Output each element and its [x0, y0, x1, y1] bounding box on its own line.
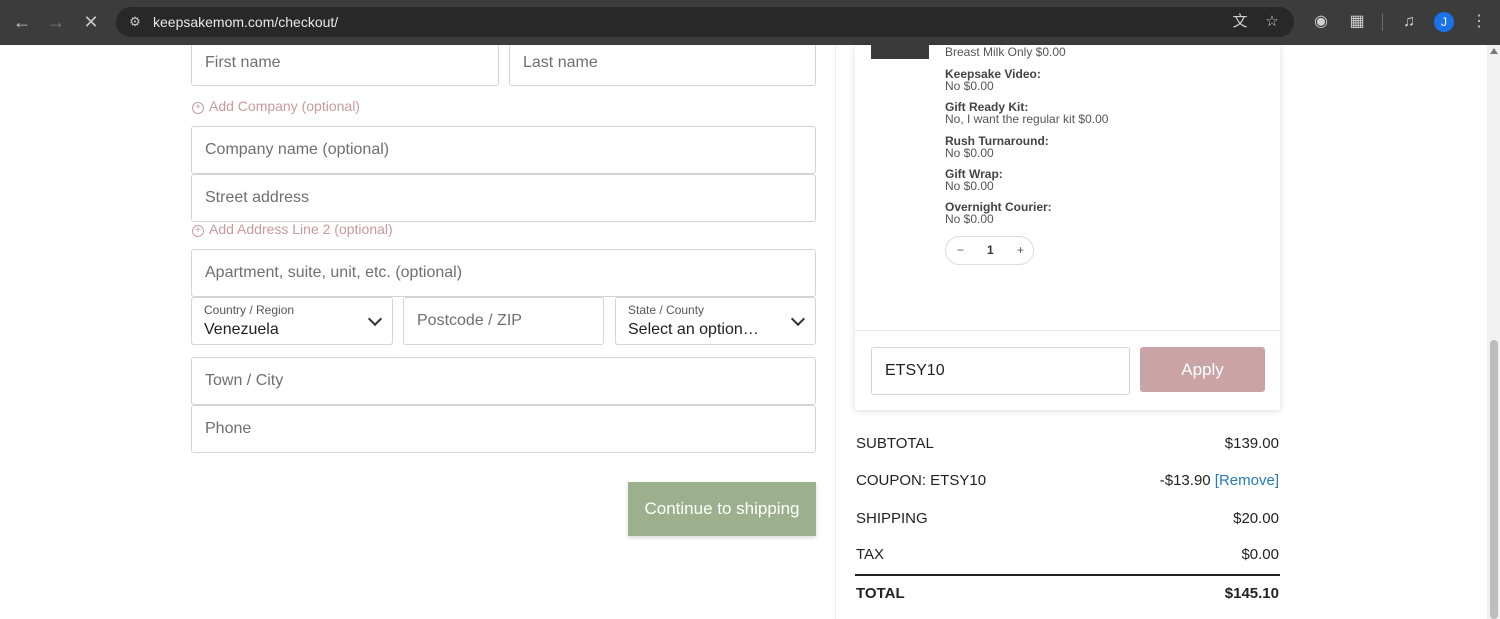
shipping-value: $20.00 [1233, 510, 1279, 527]
last-name-field[interactable]: Last name [509, 45, 816, 86]
plus-circle-icon: + [192, 102, 204, 114]
total-label: TOTAL [856, 585, 905, 602]
company-field[interactable]: Company name (optional) [191, 126, 816, 174]
bookmark-star-icon[interactable]: ☆ [1262, 12, 1282, 32]
first-name-placeholder: First name [205, 54, 281, 71]
shipping-row: SHIPPING $20.00 [856, 510, 1279, 534]
total-divider [855, 574, 1280, 576]
browser-toolbar: ← → ✕ ⚙ keepsakemom.com/checkout/ 文 ☆ ◉ … [0, 0, 1500, 45]
product-thumbnail [871, 45, 929, 59]
add-company-label: Add Company (optional) [209, 98, 360, 114]
country-label: Country / Region [204, 303, 295, 317]
toolbar-separator [1382, 13, 1383, 31]
street-placeholder: Street address [205, 189, 310, 206]
quantity-increase-button[interactable]: + [1017, 237, 1024, 264]
coupon-input[interactable]: ETSY10 [871, 347, 1130, 395]
add-address2-label: Add Address Line 2 (optional) [209, 221, 393, 237]
postcode-field[interactable]: Postcode / ZIP [403, 297, 604, 345]
option-value: No $0.00 [945, 79, 994, 93]
apply-coupon-button[interactable]: Apply [1140, 347, 1265, 392]
country-value: Venezuela [204, 321, 279, 338]
shipping-label: SHIPPING [856, 510, 928, 527]
coupon-value: ETSY10 [885, 362, 945, 379]
phone-field[interactable]: Phone [191, 405, 816, 453]
total-row: TOTAL $145.10 [856, 585, 1279, 609]
add-company-link[interactable]: + Add Company (optional) [192, 98, 360, 114]
column-divider [835, 45, 836, 619]
quantity-decrease-button[interactable]: − [957, 237, 964, 264]
option-value: No $0.00 [945, 212, 994, 226]
street-address-field[interactable]: Street address [191, 174, 816, 222]
extension-icon[interactable]: ◉ [1310, 11, 1332, 33]
site-settings-icon[interactable]: ⚙ [126, 13, 144, 31]
coupon-label: COUPON: ETSY10 [856, 472, 987, 489]
cart-divider [855, 330, 1280, 331]
apartment-field[interactable]: Apartment, suite, unit, etc. (optional) [191, 249, 816, 297]
coupon-row: COUPON: ETSY10 -$13.90 [Remove] [856, 472, 1279, 496]
town-placeholder: Town / City [205, 372, 284, 389]
coupon-discount-value: -$13.90 [1159, 472, 1211, 489]
apartment-placeholder: Apartment, suite, unit, etc. (optional) [205, 264, 463, 281]
scroll-up-arrow-icon[interactable] [1490, 48, 1498, 54]
state-select[interactable]: State / County Select an option… [615, 297, 816, 345]
option-value: No $0.00 [945, 146, 994, 160]
address-bar[interactable]: ⚙ keepsakemom.com/checkout/ 文 ☆ [116, 7, 1294, 37]
company-placeholder: Company name (optional) [205, 141, 390, 158]
town-city-field[interactable]: Town / City [191, 357, 816, 405]
quantity-value[interactable]: 1 [987, 237, 994, 264]
forward-arrow-icon[interactable]: → [42, 8, 70, 36]
back-arrow-icon[interactable]: ← [8, 8, 36, 36]
last-name-placeholder: Last name [523, 54, 598, 71]
postcode-placeholder: Postcode / ZIP [417, 312, 522, 329]
subtotal-label: SUBTOTAL [856, 435, 934, 452]
state-label: State / County [628, 303, 705, 317]
profile-avatar[interactable]: J [1434, 12, 1454, 32]
media-control-icon[interactable]: ♫ [1398, 11, 1420, 33]
state-value: Select an option… [628, 321, 759, 338]
scrollbar-thumb[interactable] [1490, 340, 1498, 619]
total-value: $145.10 [1224, 585, 1279, 602]
remove-coupon-link[interactable]: [Remove] [1215, 472, 1279, 489]
stop-loading-icon[interactable]: ✕ [77, 8, 105, 36]
puzzle-extensions-icon[interactable]: ▦ [1346, 11, 1368, 33]
plus-circle-icon: + [192, 225, 204, 237]
option-value: No, I want the regular kit $0.00 [945, 112, 1109, 126]
option-value: No $0.00 [945, 179, 994, 193]
add-address-line2-link[interactable]: + Add Address Line 2 (optional) [192, 221, 393, 237]
tax-row: TAX $0.00 [856, 546, 1279, 570]
option-breast-milk: Breast Milk Only $0.00 [945, 45, 1066, 59]
subtotal-value: $139.00 [1224, 435, 1279, 452]
coupon-amount-group: -$13.90 [Remove] [1160, 472, 1279, 489]
continue-to-shipping-button[interactable]: Continue to shipping [628, 482, 816, 536]
country-select[interactable]: Country / Region Venezuela [191, 297, 393, 345]
cart-item-panel: Breast Milk Only $0.00 Keepsake Video: N… [855, 45, 1280, 410]
translate-icon[interactable]: 文 [1230, 12, 1250, 32]
menu-kebab-icon[interactable]: ⋮ [1468, 11, 1490, 33]
first-name-field[interactable]: First name [191, 45, 499, 86]
url-text[interactable]: keepsakemom.com/checkout/ [153, 14, 338, 30]
subtotal-row: SUBTOTAL $139.00 [856, 435, 1279, 459]
tax-value: $0.00 [1241, 546, 1279, 563]
chevron-down-icon [790, 311, 806, 327]
quantity-stepper: − 1 + [945, 236, 1034, 265]
tax-label: TAX [856, 546, 885, 563]
phone-placeholder: Phone [205, 420, 252, 437]
chevron-down-icon [367, 311, 383, 327]
